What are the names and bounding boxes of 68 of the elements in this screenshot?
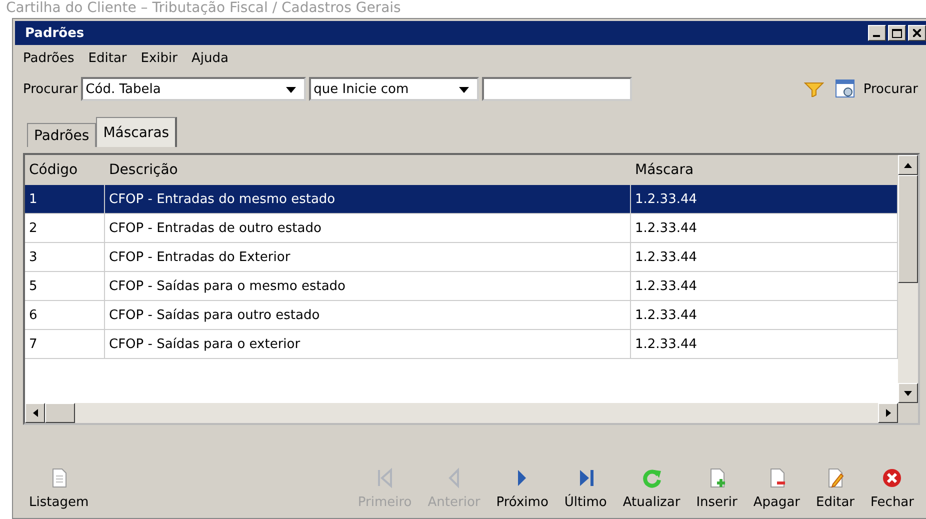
scroll-left-button[interactable] xyxy=(25,403,45,423)
vertical-scrollbar[interactable] xyxy=(898,155,918,403)
maximize-icon xyxy=(892,28,902,38)
toolbar-button[interactable]: Fechar xyxy=(862,467,922,510)
toolbar-button[interactable]: Último xyxy=(556,467,615,510)
scroll-thumb[interactable] xyxy=(898,175,918,283)
table-cell: 1.2.33.44 xyxy=(631,185,898,214)
dropdown-arrow-icon xyxy=(286,86,296,92)
menu-item[interactable]: Editar xyxy=(88,51,127,67)
close-button[interactable] xyxy=(908,25,926,41)
tab[interactable]: Máscaras xyxy=(96,117,178,147)
dropdown-arrow-icon xyxy=(458,86,469,92)
close-icon xyxy=(881,467,904,489)
search-button[interactable]: Procurar xyxy=(835,79,918,99)
table-cell: 1.2.33.44 xyxy=(631,330,898,359)
refresh-icon xyxy=(640,467,663,489)
toolbar-button[interactable]: Inserir xyxy=(688,467,746,510)
window-search-icon xyxy=(835,79,858,99)
table-cell: 1.2.33.44 xyxy=(631,243,898,272)
search-label: Procurar xyxy=(23,82,78,96)
table-cell: 7 xyxy=(25,330,105,359)
table-cell: 2 xyxy=(25,214,105,243)
condition-dropdown[interactable]: que Inicie com xyxy=(308,77,479,101)
table-row[interactable]: 3 CFOP - Entradas do Exterior 1.2.33.44 xyxy=(25,243,898,272)
tab[interactable]: Padrões xyxy=(27,123,96,147)
scrollbar-corner xyxy=(898,403,918,423)
maximize-button[interactable] xyxy=(888,25,906,41)
menu-item[interactable]: Ajuda xyxy=(192,51,228,67)
table-cell: 3 xyxy=(25,243,105,272)
menu-item[interactable]: Exibir xyxy=(140,51,178,67)
close-icon xyxy=(913,29,921,37)
search-field[interactable] xyxy=(482,77,632,101)
table-row[interactable]: 7 CFOP - Saídas para o exterior 1.2.33.44 xyxy=(25,330,898,359)
table-row[interactable]: 1 CFOP - Entradas do mesmo estado 1.2.33.44 xyxy=(25,185,898,214)
table-cell: 6 xyxy=(25,301,105,330)
table-cell: 5 xyxy=(25,272,105,301)
table-cell: 1.2.33.44 xyxy=(631,214,898,243)
table-row[interactable]: 2 CFOP - Entradas de outro estado 1.2.33.44 xyxy=(25,214,898,243)
table-cell: 1.2.33.44 xyxy=(631,272,898,301)
table-row[interactable]: 5 CFOP - Saídas para o mesmo estado 1.2.33.44 xyxy=(25,272,898,301)
toolbar-button[interactable]: Apagar xyxy=(745,467,808,510)
table-cell: CFOP - Entradas de outro estado xyxy=(105,214,631,243)
menu-item[interactable]: Padrões xyxy=(23,51,74,67)
minimize-button[interactable] xyxy=(868,25,886,41)
scroll-down-button[interactable] xyxy=(898,383,918,403)
scroll-thumb[interactable] xyxy=(45,403,75,423)
table-cell: 1 xyxy=(25,185,105,214)
table-row[interactable]: 6 CFOP - Saídas para outro estado 1.2.33.44 xyxy=(25,301,898,330)
table-cell: CFOP - Saídas para o exterior xyxy=(105,330,631,359)
toolbar-button[interactable]: Listagem xyxy=(21,467,97,510)
table-cell: CFOP - Saídas para outro estado xyxy=(105,301,631,330)
table-cell: CFOP - Saídas para o mesmo estado xyxy=(105,272,631,301)
horizontal-scrollbar[interactable] xyxy=(25,403,918,423)
window-title: Padrões xyxy=(25,26,84,40)
up-arrow-icon xyxy=(904,162,912,168)
field-dropdown[interactable]: Cód. Tabela xyxy=(80,77,306,101)
toolbar-button[interactable]: Editar xyxy=(808,467,863,510)
left-arrow-icon xyxy=(32,409,38,417)
table-cell: CFOP - Entradas do Exterior xyxy=(105,243,631,272)
right-arrow-icon xyxy=(886,409,890,417)
page-heading: Cartilha do Cliente – Tributação Fiscal / Cadastros Gerais xyxy=(5,0,402,18)
scroll-up-button[interactable] xyxy=(898,155,918,175)
scroll-right-button[interactable] xyxy=(878,403,898,423)
down-arrow-icon xyxy=(904,390,912,396)
toolbar-button[interactable]: Próximo xyxy=(488,467,556,510)
toolbar-button[interactable]: Atualizar xyxy=(614,467,688,510)
table-cell: CFOP - Entradas do mesmo estado xyxy=(105,185,631,214)
table-cell: 1.2.33.44 xyxy=(631,301,898,330)
